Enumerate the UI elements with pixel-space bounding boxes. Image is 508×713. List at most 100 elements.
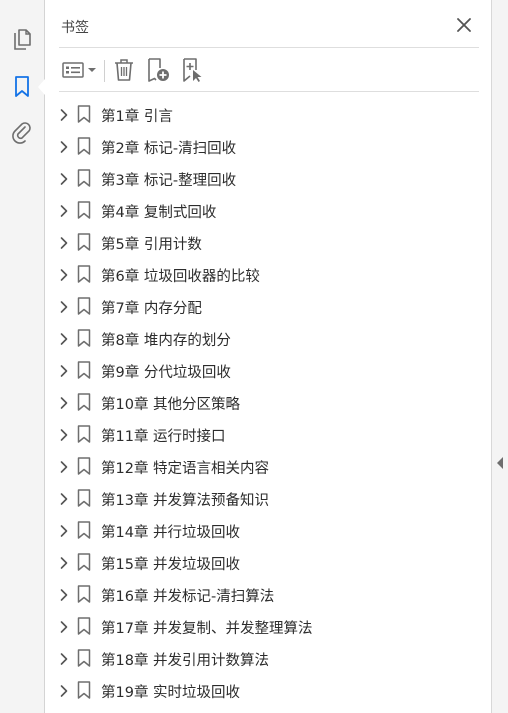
close-icon	[457, 18, 471, 32]
bookmark-label: 第6章 垃圾回收器的比较	[101, 269, 260, 285]
left-rail	[0, 0, 45, 713]
bookmark-icon	[77, 361, 91, 379]
bookmark-item[interactable]: 第1章 引言	[45, 98, 491, 130]
bookmark-icon	[77, 329, 91, 347]
bookmark-icon	[77, 681, 91, 699]
pages-button[interactable]	[6, 24, 38, 56]
bookmark-label: 第16章 并发标记-清扫算法	[101, 589, 275, 605]
bookmark-item[interactable]: 第7章 内存分配	[45, 290, 491, 322]
pages-icon	[14, 29, 31, 50]
bookmark-item[interactable]: 第16章 并发标记-清扫算法	[45, 578, 491, 610]
bookmark-icon	[77, 201, 91, 219]
toolbar-divider	[59, 91, 479, 92]
bookmark-icon	[77, 297, 91, 315]
bookmark-icon	[77, 137, 91, 155]
bookmark-label: 第8章 堆内存的划分	[101, 333, 231, 349]
expand-chevron-icon[interactable]	[57, 491, 71, 505]
bookmark-icon	[77, 233, 91, 251]
expand-chevron-icon[interactable]	[57, 299, 71, 313]
bookmark-item[interactable]: 第13章 并发算法预备知识	[45, 482, 491, 514]
bookmark-icon	[77, 585, 91, 603]
bookmark-item[interactable]: 第8章 堆内存的划分	[45, 322, 491, 354]
expand-chevron-icon[interactable]	[57, 203, 71, 217]
bookmark-item[interactable]: 第17章 并发复制、并发整理算法	[45, 610, 491, 642]
expand-chevron-icon[interactable]	[57, 107, 71, 121]
bookmark-item[interactable]: 第6章 垃圾回收器的比较	[45, 258, 491, 290]
bookmark-label: 第18章 并发引用计数算法	[101, 653, 270, 669]
bookmark-item[interactable]: 第18章 并发引用计数算法	[45, 642, 491, 674]
bookmark-item[interactable]: 第10章 其他分区策略	[45, 386, 491, 418]
collapse-panel-button[interactable]	[495, 455, 505, 469]
triangle-left-icon	[497, 457, 503, 469]
expand-chevron-icon[interactable]	[57, 235, 71, 249]
expand-chevron-icon[interactable]	[57, 139, 71, 153]
expand-chevron-icon[interactable]	[57, 651, 71, 665]
panel-collapse-strip	[491, 0, 508, 713]
bookmark-label: 第19章 实时垃圾回收	[101, 685, 241, 701]
bookmark-item[interactable]: 第5章 引用计数	[45, 226, 491, 258]
bookmark-from-selection-button[interactable]	[177, 56, 207, 84]
expand-chevron-icon[interactable]	[57, 171, 71, 185]
expand-chevron-icon[interactable]	[57, 619, 71, 633]
bookmark-item[interactable]: 第3章 标记-整理回收	[45, 162, 491, 194]
expand-chevron-icon[interactable]	[57, 459, 71, 473]
bookmark-label: 第9章 分代垃圾回收	[101, 365, 231, 381]
bookmark-item[interactable]: 第15章 并发垃圾回收	[45, 546, 491, 578]
bookmarks-app: 书签 第1章 引言 第2章 标记-清扫回收 第3章 标记-整理回收 第4章 复制…	[0, 0, 508, 713]
expand-chevron-icon[interactable]	[57, 267, 71, 281]
bookmarks-panel-button[interactable]	[6, 71, 45, 103]
delete-icon	[115, 59, 133, 81]
bookmark-label: 第1章 引言	[101, 109, 173, 125]
bookmark-icon	[77, 521, 91, 539]
expand-chevron-icon[interactable]	[57, 523, 71, 537]
bookmark-label: 第3章 标记-整理回收	[101, 173, 237, 189]
bookmark-label: 第17章 并发复制、并发整理算法	[101, 621, 313, 637]
bookmark-label: 第4章 复制式回收	[101, 205, 217, 221]
expand-chevron-icon[interactable]	[57, 555, 71, 569]
bookmark-icon	[77, 393, 91, 411]
toolbar-separator	[104, 60, 105, 82]
bookmarks-toolbar	[59, 54, 479, 86]
new-bookmark-icon	[148, 58, 169, 82]
bookmark-label: 第15章 并发垃圾回收	[101, 557, 241, 573]
bookmark-label: 第14章 并行垃圾回收	[101, 525, 241, 541]
new-bookmark-button[interactable]	[143, 56, 173, 84]
delete-bookmark-button[interactable]	[111, 56, 137, 84]
attachment-icon	[12, 122, 31, 144]
bookmark-item[interactable]: 第11章 运行时接口	[45, 418, 491, 450]
bookmark-label: 第11章 运行时接口	[101, 429, 226, 445]
bookmark-icon	[77, 425, 91, 443]
bookmark-item[interactable]: 第19章 实时垃圾回收	[45, 674, 491, 706]
bookmark-item[interactable]: 第9章 分代垃圾回收	[45, 354, 491, 386]
header-divider	[59, 47, 479, 48]
expand-chevron-icon[interactable]	[57, 587, 71, 601]
bookmark-icon	[77, 169, 91, 187]
bookmark-list: 第1章 引言第2章 标记-清扫回收 第3章 标记-整理回收 第4章 复制式回收 第5章…	[45, 98, 491, 706]
expand-chevron-icon[interactable]	[57, 331, 71, 345]
options-menu-icon	[62, 62, 96, 78]
bookmark-from-selection-icon	[183, 58, 202, 82]
bookmark-icon	[77, 489, 91, 507]
bookmark-label: 第2章 标记-清扫回收	[101, 141, 237, 157]
bookmark-icon	[77, 457, 91, 475]
bookmark-icon	[77, 553, 91, 571]
expand-chevron-icon[interactable]	[57, 395, 71, 409]
bookmark-icon	[77, 265, 91, 283]
bookmark-icon	[15, 76, 29, 97]
bookmark-icon	[77, 105, 91, 123]
attachments-button[interactable]	[6, 116, 38, 148]
options-menu-button[interactable]	[61, 56, 99, 84]
bookmark-label: 第12章 特定语言相关内容	[101, 461, 270, 477]
close-button[interactable]	[453, 14, 475, 36]
panel-title: 书签	[61, 20, 89, 36]
bookmark-item[interactable]: 第2章 标记-清扫回收	[45, 130, 491, 162]
expand-chevron-icon[interactable]	[57, 363, 71, 377]
bookmark-label: 第5章 引用计数	[101, 237, 202, 253]
bookmark-item[interactable]: 第4章 复制式回收	[45, 194, 491, 226]
expand-chevron-icon[interactable]	[57, 683, 71, 697]
panel-header: 书签	[45, 0, 491, 48]
expand-chevron-icon[interactable]	[57, 427, 71, 441]
bookmark-item[interactable]: 第14章 并行垃圾回收	[45, 514, 491, 546]
bookmark-icon	[77, 649, 91, 667]
bookmark-item[interactable]: 第12章 特定语言相关内容	[45, 450, 491, 482]
